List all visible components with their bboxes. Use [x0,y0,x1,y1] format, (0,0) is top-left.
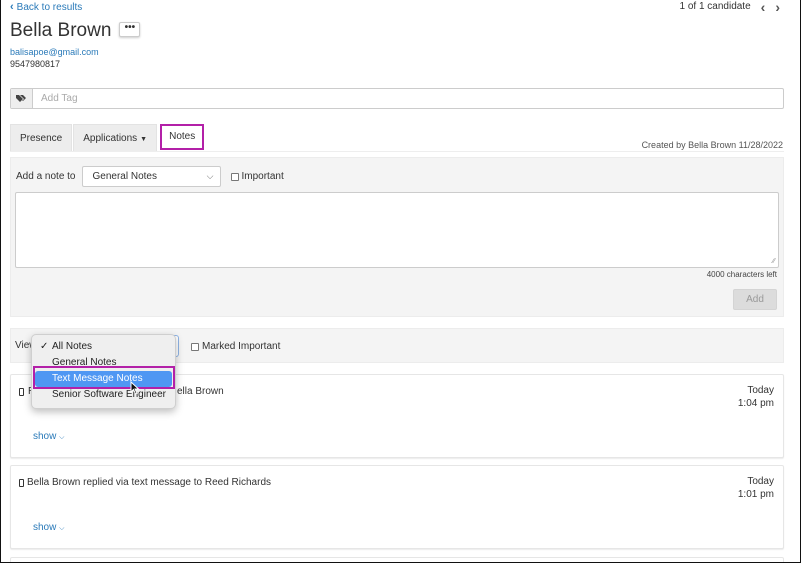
note-timestamp: Today 1:01 pm [738,475,774,501]
note-date: Today [747,476,774,487]
tab-notes[interactable]: Notes [160,124,205,150]
mobile-phone-icon [19,479,24,487]
back-to-results-label: Back to results [16,1,83,13]
checkmark-icon: ✓ [40,341,49,352]
note-date: Today [747,385,774,396]
checkbox-box[interactable] [230,172,239,181]
important-label: Important [241,171,284,182]
candidate-email-link[interactable]: balisapoe@gmail.com [10,47,99,57]
add-note-label: Add a note to [16,171,76,182]
prev-candidate-button[interactable]: ‹ [761,0,766,14]
add-note-row: Add a note to General Notes ⌵ Important [16,166,284,187]
tab-divider [10,151,784,152]
note-card-partial [10,557,784,562]
chevron-left-icon: ‹ [10,1,14,13]
add-tag-field [10,88,784,109]
page-frame: ‹ Back to results 1 of 1 candidate ‹ › B… [0,0,801,563]
resize-grip-icon[interactable]: ∕∕ [773,258,775,265]
tab-applications-label: Applications [83,133,138,144]
note-time: 1:01 pm [737,489,774,500]
show-label: show [33,522,57,533]
show-note-link[interactable]: show ⌵ [33,522,64,533]
mobile-phone-icon [19,388,24,396]
candidate-pager: 1 of 1 candidate ‹ › [679,0,780,14]
characters-left-counter: 4000 characters left [706,270,777,279]
add-tag-input[interactable] [33,89,783,108]
note-textarea[interactable]: ∕∕ [15,192,779,268]
marked-important-label: Marked Important [202,341,281,352]
tag-icon-addon [11,89,33,108]
tab-notes-label: Notes [169,131,196,142]
note-time: 1:04 pm [737,398,774,409]
chevron-down-icon: ⌵ [206,171,214,181]
tab-presence[interactable]: Presence [10,124,73,151]
show-note-link[interactable]: show ⌵ [33,431,64,442]
candidate-phone: 9547980817 [10,59,61,69]
caret-down-icon: ▼ [140,136,148,143]
tag-icon [16,95,26,102]
important-checkbox[interactable]: Important [230,171,284,182]
view-filter-dropdown: ✓ All Notes General Notes Text Message N… [31,334,176,409]
checkbox-box[interactable] [191,342,199,351]
created-by-text: Created by Bella Brown 11/28/2022 [641,140,783,150]
chevron-down-icon: ⌵ [59,434,65,441]
mouse-pointer-icon [130,381,140,395]
dropdown-option-senior-software-engineer[interactable]: Senior Software Engineer [32,387,175,403]
show-label: show [33,431,57,442]
option-label: All Notes [52,341,93,352]
candidate-name: Bella Brown [10,20,112,41]
note-category-select[interactable]: General Notes ⌵ [81,166,221,187]
candidate-tabs: Presence Applications ▼ Notes [10,124,205,151]
note-text-end: ella Brown [177,386,224,397]
note-timestamp: Today 1:04 pm [738,384,774,410]
candidate-name-row: Bella Brown ••• [10,20,141,42]
option-label: Senior Software Engineer [52,389,166,400]
chevron-down-icon: ⌵ [59,525,65,532]
next-candidate-button[interactable]: › [775,0,780,14]
note-card: Bella Brown replied via text message to … [10,465,784,549]
add-note-panel: Add a note to General Notes ⌵ Important … [10,157,784,317]
marked-important-checkbox[interactable]: Marked Important [191,341,280,352]
pager-text: 1 of 1 candidate [679,1,751,12]
note-category-value: General Notes [92,171,157,182]
add-note-button[interactable]: Add [733,289,777,310]
dropdown-option-all-notes[interactable]: ✓ All Notes [32,339,175,355]
note-text: Bella Brown replied via text message to … [27,477,272,488]
dropdown-option-general-notes[interactable]: General Notes [32,355,175,371]
tab-presence-label: Presence [20,133,63,144]
option-label: General Notes [52,357,117,368]
more-actions-button[interactable]: ••• [119,21,141,37]
dropdown-option-text-message-notes[interactable]: Text Message Notes [35,371,172,387]
back-to-results-link[interactable]: ‹ Back to results [10,1,82,13]
tab-applications[interactable]: Applications ▼ [73,124,158,151]
